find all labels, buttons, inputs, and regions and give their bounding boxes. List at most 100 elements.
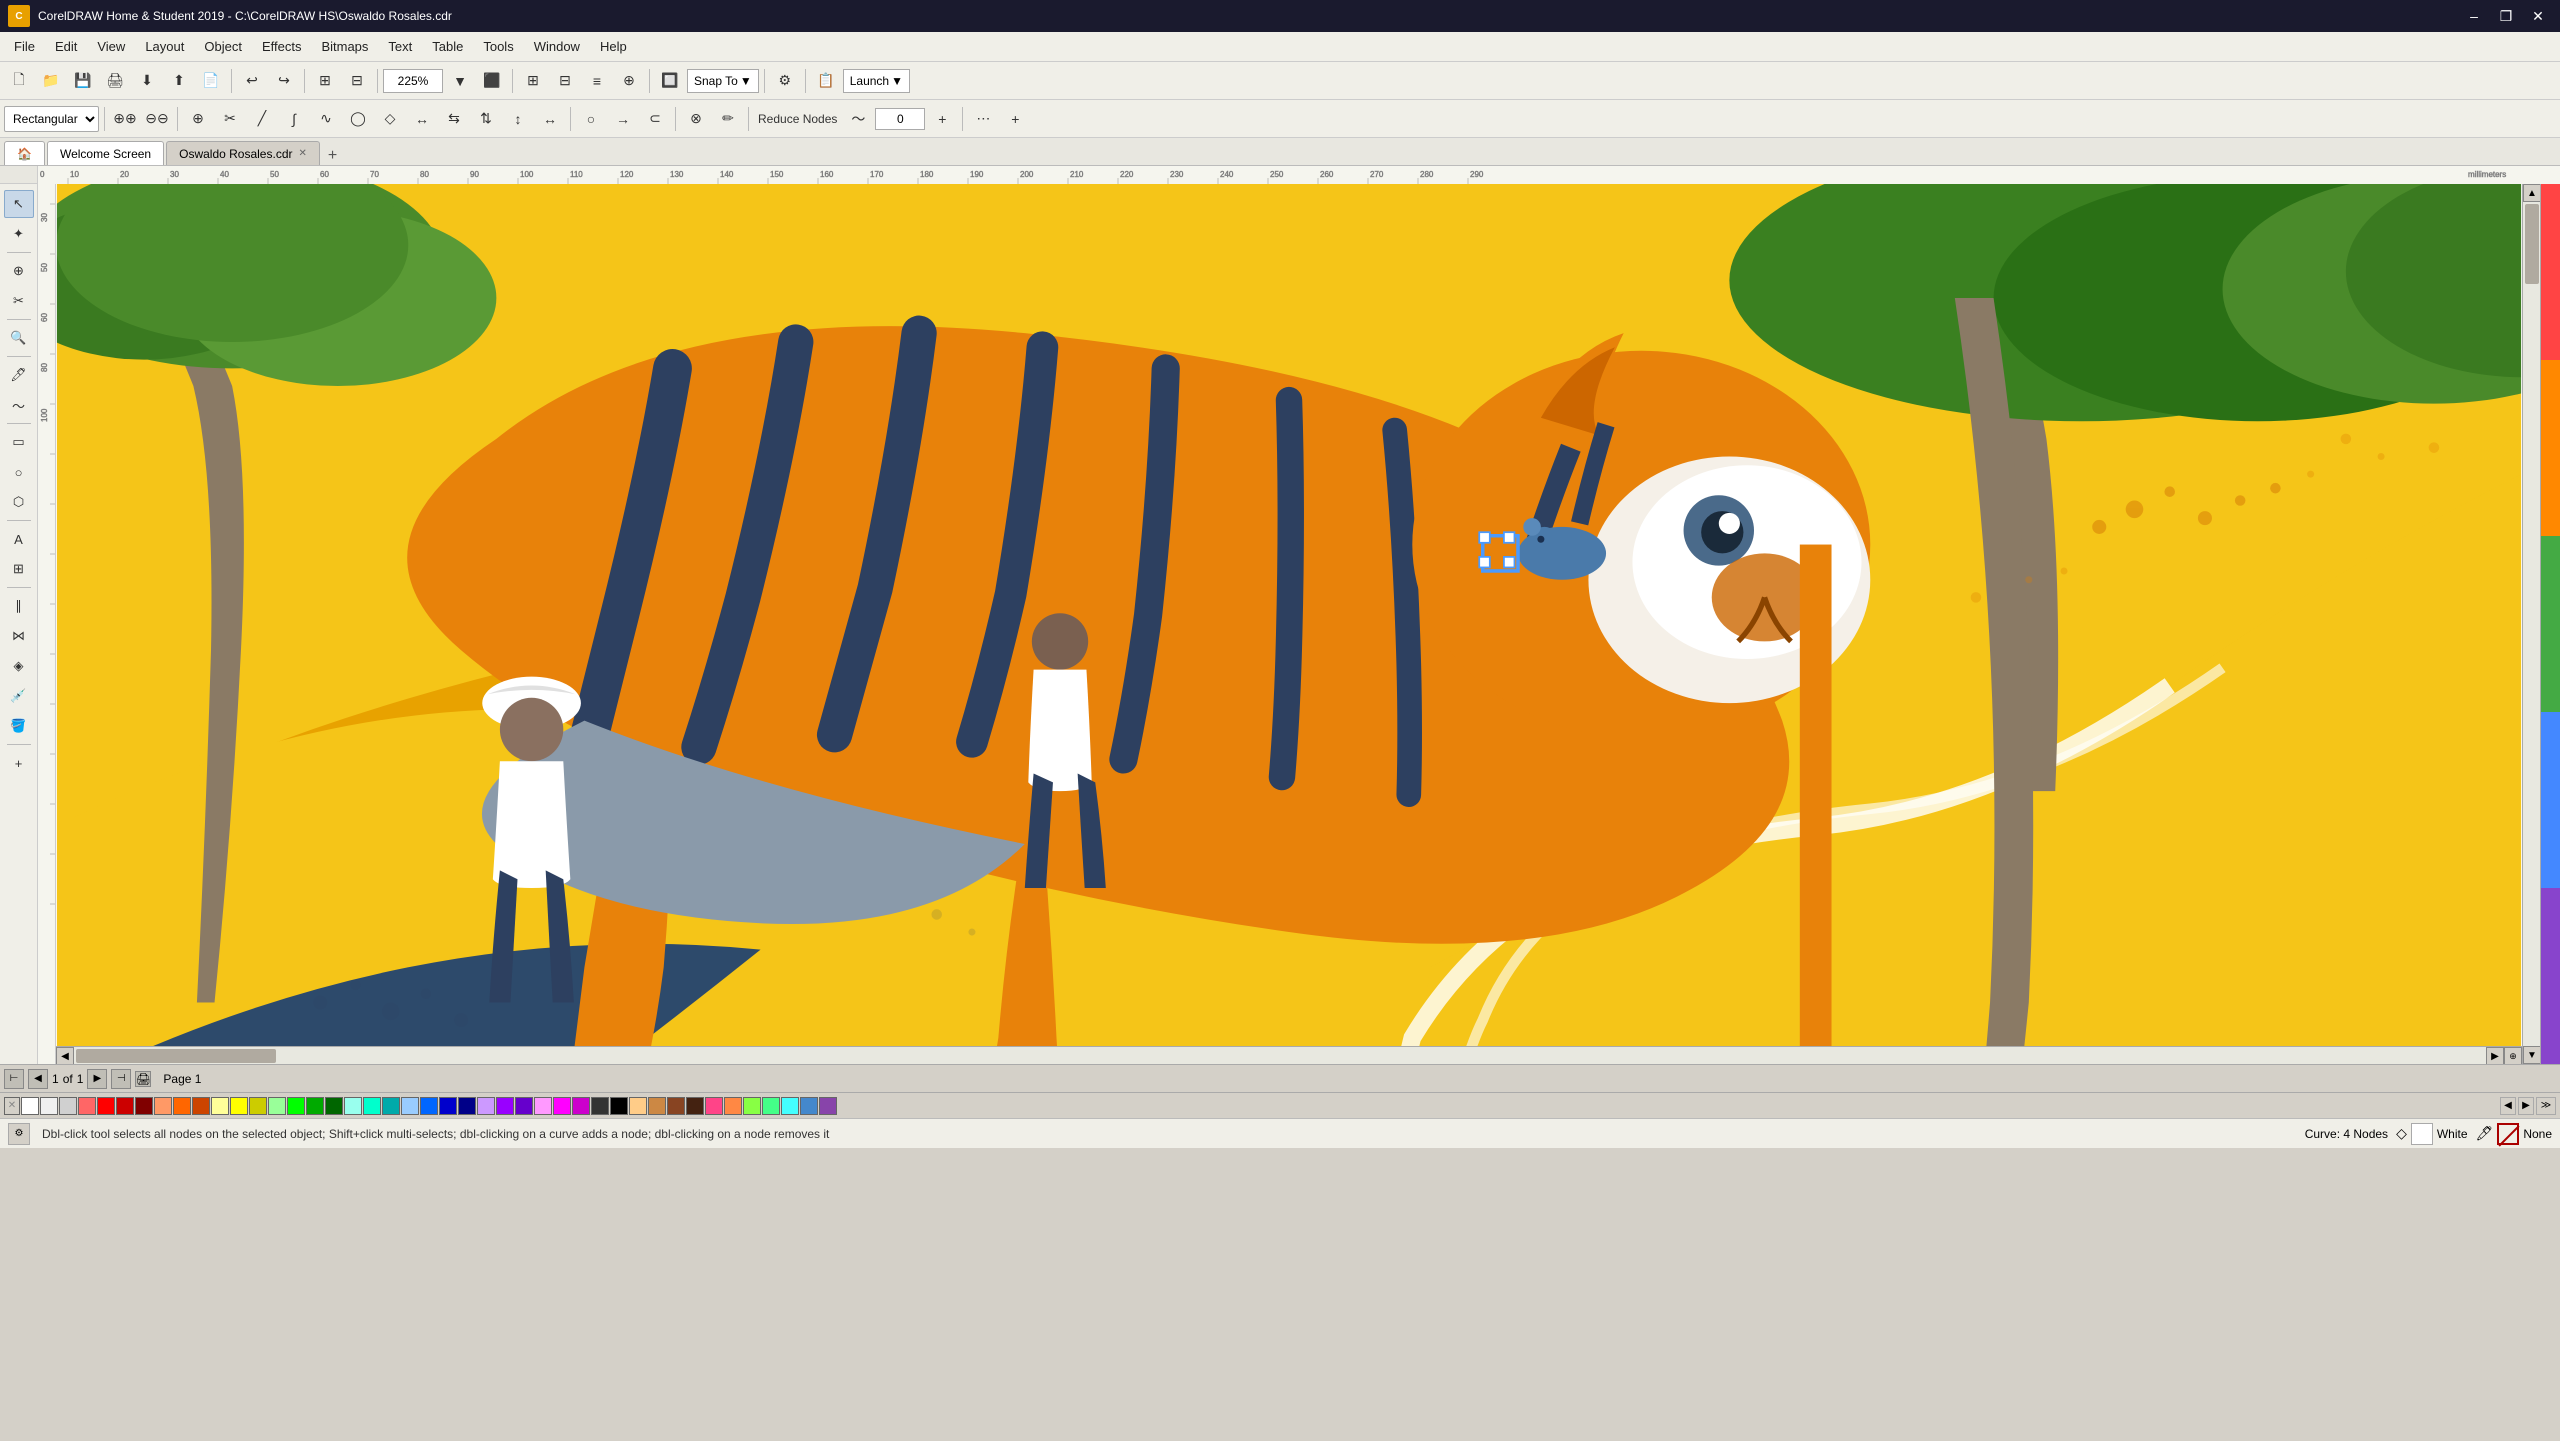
- tool-freehand[interactable]: 🖊: [4, 361, 34, 389]
- swatch-cyan[interactable]: [781, 1097, 799, 1115]
- tool-fill[interactable]: 🪣: [4, 712, 34, 740]
- join-nodes-button[interactable]: ⊕: [183, 105, 213, 133]
- swatch-blue[interactable]: [420, 1097, 438, 1115]
- zoom-input[interactable]: 225%: [383, 69, 443, 93]
- tool-transform[interactable]: ⊕: [4, 257, 34, 285]
- tool-parallel[interactable]: ∥: [4, 592, 34, 620]
- print-button[interactable]: 🖨: [100, 67, 130, 95]
- swatch-pink[interactable]: [705, 1097, 723, 1115]
- tool-transparency[interactable]: ◈: [4, 652, 34, 680]
- reduce-nodes-input[interactable]: [875, 108, 925, 130]
- scroll-up-button[interactable]: ▲: [2523, 184, 2540, 202]
- swatch-dkteal[interactable]: [382, 1097, 400, 1115]
- swatch-dkpurple[interactable]: [515, 1097, 533, 1115]
- view-btn4[interactable]: ⊕: [614, 67, 644, 95]
- swatch-ltred[interactable]: [78, 1097, 96, 1115]
- menu-tools[interactable]: Tools: [473, 35, 523, 58]
- swatch-navy[interactable]: [458, 1097, 476, 1115]
- swatch-menu-button[interactable]: ≫: [2536, 1097, 2556, 1115]
- menu-bitmaps[interactable]: Bitmaps: [311, 35, 378, 58]
- tool-select[interactable]: ↖: [4, 190, 34, 218]
- swatch-gray[interactable]: [59, 1097, 77, 1115]
- rcs-green[interactable]: [2541, 536, 2560, 712]
- elastic-mode-button[interactable]: ↕: [503, 105, 533, 133]
- menu-view[interactable]: View: [87, 35, 135, 58]
- vert-reflect-button[interactable]: ⇅: [471, 105, 501, 133]
- swatch-dkyellow[interactable]: [249, 1097, 267, 1115]
- tool-table[interactable]: ⊞: [4, 555, 34, 583]
- page-prev-button[interactable]: ◀: [28, 1069, 48, 1089]
- add-node-button[interactable]: ⊕⊕: [110, 105, 140, 133]
- swatch-sepia[interactable]: [686, 1097, 704, 1115]
- align-nodes-button[interactable]: ↔: [407, 105, 437, 133]
- zoom-fit-button[interactable]: ⬛: [477, 67, 507, 95]
- swatch-ltpurple[interactable]: [477, 1097, 495, 1115]
- canvas[interactable]: [56, 184, 2522, 1046]
- tool-zoom[interactable]: 🔍: [4, 324, 34, 352]
- auto-close-button[interactable]: ⊂: [640, 105, 670, 133]
- tool-ellipse[interactable]: ○: [4, 458, 34, 486]
- scroll-down-button[interactable]: ▼: [2523, 1046, 2540, 1064]
- tool-add[interactable]: +: [4, 749, 34, 777]
- swatch-lime[interactable]: [743, 1097, 761, 1115]
- vertical-scrollbar[interactable]: ▲ ▼: [2522, 184, 2540, 1064]
- swatch-orange[interactable]: [173, 1097, 191, 1115]
- tab-add-button[interactable]: +: [322, 147, 343, 165]
- line-button[interactable]: ╱: [247, 105, 277, 133]
- swatch-ltgray[interactable]: [40, 1097, 58, 1115]
- swatch-dkred[interactable]: [116, 1097, 134, 1115]
- view-btn1[interactable]: ⊞: [518, 67, 548, 95]
- page-add-button[interactable]: 🖨: [135, 1071, 151, 1087]
- scroll-thumb-v[interactable]: [2525, 204, 2539, 284]
- cusp-button[interactable]: ◇: [375, 105, 405, 133]
- tab-file[interactable]: Oswaldo Rosales.cdr ✕: [166, 141, 320, 165]
- no-color-swatch[interactable]: ✕: [4, 1097, 20, 1115]
- loop-button[interactable]: ⊗: [681, 105, 711, 133]
- close-button[interactable]: ✕: [2524, 5, 2552, 27]
- swatch-violet[interactable]: [819, 1097, 837, 1115]
- tool-shape[interactable]: ✦: [4, 220, 34, 248]
- redo-button[interactable]: ↪: [269, 67, 299, 95]
- tool-rect[interactable]: ▭: [4, 428, 34, 456]
- curve-button[interactable]: ∫: [279, 105, 309, 133]
- zoom-dropdown-button[interactable]: ▼: [445, 67, 475, 95]
- shape-type-dropdown[interactable]: Rectangular: [4, 106, 99, 132]
- swatch-dkbrown[interactable]: [667, 1097, 685, 1115]
- rcs-blue[interactable]: [2541, 712, 2560, 888]
- swatch-red[interactable]: [97, 1097, 115, 1115]
- swatch-white[interactable]: [21, 1097, 39, 1115]
- swatch-forest[interactable]: [325, 1097, 343, 1115]
- save-button[interactable]: 💾: [68, 67, 98, 95]
- tool-polygon[interactable]: ⬡: [4, 488, 34, 516]
- menu-window[interactable]: Window: [524, 35, 590, 58]
- menu-text[interactable]: Text: [378, 35, 422, 58]
- undo-button[interactable]: ↩: [237, 67, 267, 95]
- swatch-ltmagenta[interactable]: [534, 1097, 552, 1115]
- swatch-teal[interactable]: [363, 1097, 381, 1115]
- rcs-purple[interactable]: [2541, 888, 2560, 1064]
- minimize-button[interactable]: –: [2460, 5, 2488, 27]
- swatch-ltgreen[interactable]: [268, 1097, 286, 1115]
- align-button[interactable]: ⊞: [310, 67, 340, 95]
- swatch-mint[interactable]: [762, 1097, 780, 1115]
- tool-blend[interactable]: ⋈: [4, 622, 34, 650]
- menu-layout[interactable]: Layout: [135, 35, 194, 58]
- zoom-corner-button[interactable]: ⊕: [2504, 1047, 2522, 1064]
- tab-welcome[interactable]: Welcome Screen: [47, 141, 164, 165]
- new-button[interactable]: 🗋: [4, 67, 34, 95]
- rcs-orange[interactable]: [2541, 360, 2560, 536]
- fill-color-box[interactable]: [2411, 1123, 2433, 1145]
- swatch-ltorange[interactable]: [154, 1097, 172, 1115]
- menu-edit[interactable]: Edit: [45, 35, 87, 58]
- view-btn3[interactable]: ≡: [582, 67, 612, 95]
- tool-eyedropper[interactable]: 💉: [4, 682, 34, 710]
- tab-close-icon[interactable]: ✕: [299, 148, 307, 159]
- smooth-button[interactable]: ◯: [343, 105, 373, 133]
- page-next-button[interactable]: ▶: [87, 1069, 107, 1089]
- menu-file[interactable]: File: [4, 35, 45, 58]
- menu-object[interactable]: Object: [194, 35, 252, 58]
- restore-button[interactable]: ❐: [2492, 5, 2520, 27]
- page-first-button[interactable]: ⊢: [4, 1069, 24, 1089]
- horizontal-scrollbar[interactable]: ◀ ▶ ⊕: [56, 1046, 2522, 1064]
- add-control-point-button[interactable]: +: [1000, 105, 1030, 133]
